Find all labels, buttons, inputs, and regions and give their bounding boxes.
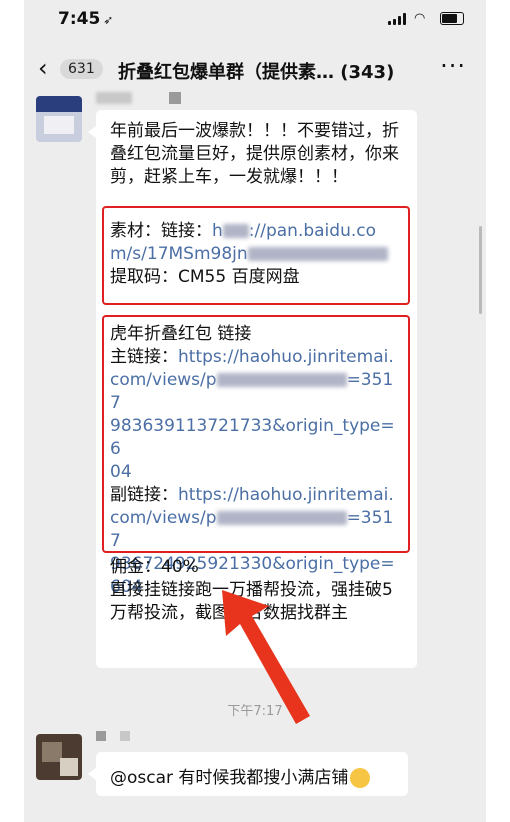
message-bubble[interactable]: @oscar 有时候我都搜小满店铺 bbox=[88, 752, 408, 796]
main-link[interactable]: https://haohuo.jinritemai. com/views/p =35… bbox=[110, 347, 395, 482]
message-intro: 年前最后一波爆款！！！不要错过，折叠红包流量巨好，提供原创素材，你来剪，赶紧上车… bbox=[110, 121, 399, 187]
system-icons: ◠ bbox=[388, 12, 464, 25]
signal-icon bbox=[388, 12, 406, 25]
chat-header: ‹ 631 折叠红包爆单群（提供素… (343) ··· bbox=[24, 40, 486, 98]
sender-name-blurred bbox=[169, 92, 181, 104]
chevron-left-icon[interactable]: ‹ bbox=[38, 56, 48, 80]
battery-icon bbox=[440, 12, 464, 25]
location-arrow-icon: ➶ bbox=[103, 13, 114, 27]
links-title: 虎年折叠红包 链接 bbox=[110, 324, 252, 344]
status-time: 7:45 ➶ bbox=[58, 9, 114, 29]
material-section: 素材：链接：h://pan.baidu.co m/s/17MSm98jn 提取码：… bbox=[110, 220, 402, 289]
extract-code: 提取码：CM55 百度网盘 bbox=[110, 267, 300, 287]
material-label: 素材：链接： bbox=[110, 221, 212, 241]
phone-screen: 7:45 ➶ ◠ ‹ 631 折叠红包爆单群（提供素… (343) ··· 年前最… bbox=[24, 0, 486, 822]
sender-name-blurred bbox=[120, 731, 130, 741]
scrollbar[interactable] bbox=[479, 226, 482, 314]
message-timestamp: 下午7:17 bbox=[227, 704, 283, 719]
more-dots-icon[interactable]: ··· bbox=[440, 52, 466, 80]
status-bar: 7:45 ➶ ◠ bbox=[24, 0, 486, 40]
sender-name-blurred bbox=[96, 92, 132, 104]
sender-avatar[interactable] bbox=[36, 734, 82, 780]
sweat-smile-emoji-icon bbox=[350, 768, 371, 788]
sender-avatar[interactable] bbox=[36, 96, 82, 142]
chat-title: 折叠红包爆单群（提供素… (343) bbox=[118, 62, 395, 83]
unread-count-badge[interactable]: 631 bbox=[60, 59, 103, 79]
wifi-icon: ◠ bbox=[414, 10, 426, 26]
sender-name-blurred bbox=[96, 731, 106, 741]
message-text: @oscar 有时候我都搜小满店铺 bbox=[110, 763, 371, 788]
sub-link-label: 副链接： bbox=[110, 485, 178, 505]
commission-text: 佣金：40% bbox=[110, 557, 199, 577]
main-link-label: 主链接： bbox=[110, 347, 178, 367]
